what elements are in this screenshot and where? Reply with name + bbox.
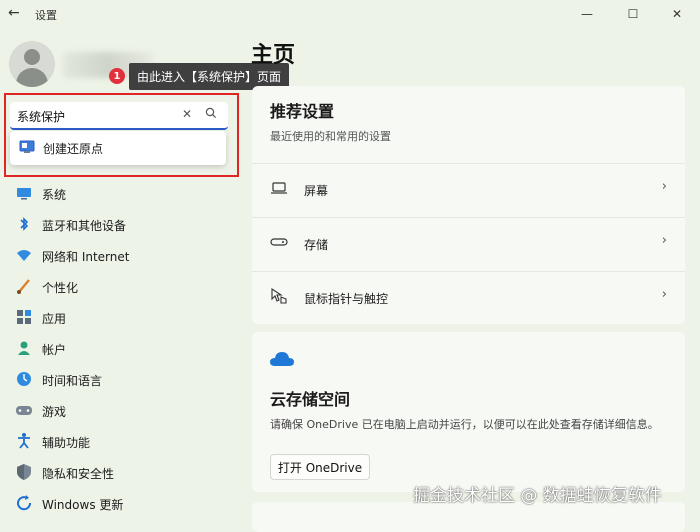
shield-icon	[15, 463, 33, 481]
title-bar: ← 设置 — ☐ ✕	[0, 0, 700, 28]
cloud-icon	[270, 352, 294, 366]
search-value: 系统保护	[17, 110, 66, 124]
avatar-head	[24, 49, 40, 65]
maximize-button[interactable]: ☐	[610, 0, 656, 28]
monitor-icon	[15, 184, 33, 202]
account-icon	[15, 339, 33, 357]
restore-point-icon	[19, 140, 35, 153]
bluetooth-icon	[15, 215, 33, 233]
recommended-title: 推荐设置	[270, 102, 335, 121]
wifi-icon	[15, 246, 33, 264]
brush-icon	[15, 277, 33, 295]
minimize-button[interactable]: —	[564, 0, 610, 28]
sidebar-item-accounts[interactable]: 帐户	[0, 333, 240, 364]
accessibility-icon	[15, 432, 33, 450]
sidebar-item-apps[interactable]: 应用	[0, 302, 240, 333]
chevron-right-icon: ›	[661, 179, 667, 194]
sidebar-item-bluetooth[interactable]: 蓝牙和其他设备	[0, 209, 240, 240]
avatar-body	[16, 68, 48, 87]
pointer-icon	[271, 287, 287, 304]
clear-icon[interactable]: ✕	[182, 107, 192, 121]
next-card	[252, 502, 685, 532]
app-title: 设置	[35, 9, 57, 22]
page-title: 主页	[251, 43, 296, 68]
chevron-right-icon: ›	[661, 233, 667, 248]
sidebar-item-time-language[interactable]: 时间和语言	[0, 364, 240, 395]
sidebar-nav: 系统 蓝牙和其他设备 网络和 Internet 个性化 应用 帐户 时间和语言 …	[0, 178, 240, 519]
update-icon	[15, 494, 33, 512]
onedrive-card: 云存储空间 请确保 OneDrive 已在电脑上启动并运行，以便可以在此处查看存…	[252, 332, 685, 492]
sidebar-item-privacy[interactable]: 隐私和安全性	[0, 457, 240, 488]
drive-icon	[270, 238, 288, 246]
gamepad-icon	[15, 401, 33, 419]
search-icon[interactable]	[204, 106, 218, 120]
sidebar-item-personalization[interactable]: 个性化	[0, 271, 240, 302]
chevron-right-icon: ›	[661, 287, 667, 302]
back-arrow-icon[interactable]: ←	[8, 5, 20, 21]
search-suggestion[interactable]: 创建还原点	[10, 131, 226, 165]
recommended-subtitle: 最近使用的和常用的设置	[270, 130, 391, 143]
sidebar-item-network[interactable]: 网络和 Internet	[0, 240, 240, 271]
step-badge: 1	[109, 68, 125, 84]
recommended-item-mouse[interactable]: 鼠标指针与触控 ›	[252, 271, 685, 322]
onedrive-description: 请确保 OneDrive 已在电脑上启动并运行，以便可以在此处查看存储详细信息。	[270, 418, 659, 431]
sidebar-item-windows-update[interactable]: Windows 更新	[0, 488, 240, 519]
open-onedrive-button[interactable]: 打开 OneDrive	[270, 454, 370, 480]
search-input[interactable]: 系统保护 ✕	[10, 102, 228, 130]
suggestion-label: 创建还原点	[43, 142, 104, 156]
globe-clock-icon	[15, 370, 33, 388]
apps-icon	[15, 308, 33, 326]
recommended-item-display[interactable]: 屏幕 ›	[252, 163, 685, 214]
sidebar-item-accessibility[interactable]: 辅助功能	[0, 426, 240, 457]
avatar[interactable]	[9, 41, 55, 87]
recommended-settings-card: 推荐设置 最近使用的和常用的设置 屏幕 › 存储 › 鼠标指针与触控 ›	[252, 86, 685, 324]
sidebar-item-system[interactable]: 系统	[0, 178, 240, 209]
close-button[interactable]: ✕	[654, 0, 700, 28]
watermark: 掘金技术社区 @ 数据蛙恢复软件	[413, 486, 662, 506]
sidebar-item-gaming[interactable]: 游戏	[0, 395, 240, 426]
onedrive-title: 云存储空间	[270, 390, 351, 409]
recommended-item-storage[interactable]: 存储 ›	[252, 217, 685, 268]
laptop-icon	[271, 182, 287, 194]
